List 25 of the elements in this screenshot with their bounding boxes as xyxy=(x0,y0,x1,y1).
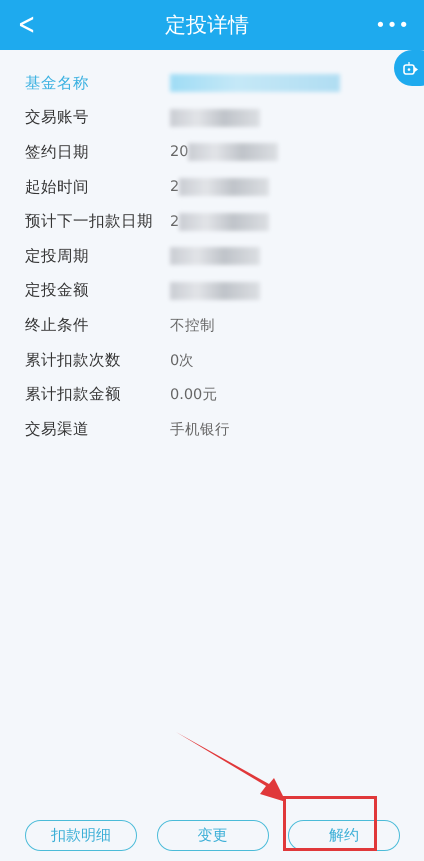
action-button[interactable]: 变更 xyxy=(156,820,268,851)
field-label: 累计扣款金额 xyxy=(25,384,122,406)
field-label: 交易账号 xyxy=(25,107,90,128)
field-value: 2 xyxy=(170,179,180,196)
action-button[interactable]: 扣款明细 xyxy=(25,820,137,851)
field-label: 签约日期 xyxy=(25,142,90,163)
field-value: 0.00元 xyxy=(170,386,218,404)
field-value: 不控制 xyxy=(170,316,215,335)
field-value: 20 xyxy=(170,144,188,160)
field-value: 2 xyxy=(170,214,180,230)
field-label: 终止条件 xyxy=(25,314,90,336)
field-label: 交易渠道 xyxy=(25,418,90,440)
page-title: 定投详情 xyxy=(165,12,250,39)
back-button[interactable]: < xyxy=(18,10,36,40)
more-button[interactable]: ••• xyxy=(375,14,410,36)
field-label: 定投金额 xyxy=(25,280,90,302)
field-label: 起始时间 xyxy=(25,176,90,198)
field-label: 预计下一扣款日期 xyxy=(25,211,154,232)
field-label: 累计扣款次数 xyxy=(25,350,122,371)
field-value: 手机银行 xyxy=(170,420,230,439)
action-button[interactable]: 解约 xyxy=(288,820,400,851)
field-value: 0次 xyxy=(170,352,194,370)
robot-icon xyxy=(402,60,418,76)
field-label: 定投周期 xyxy=(25,246,90,267)
field-label: 基金名称 xyxy=(25,72,90,94)
